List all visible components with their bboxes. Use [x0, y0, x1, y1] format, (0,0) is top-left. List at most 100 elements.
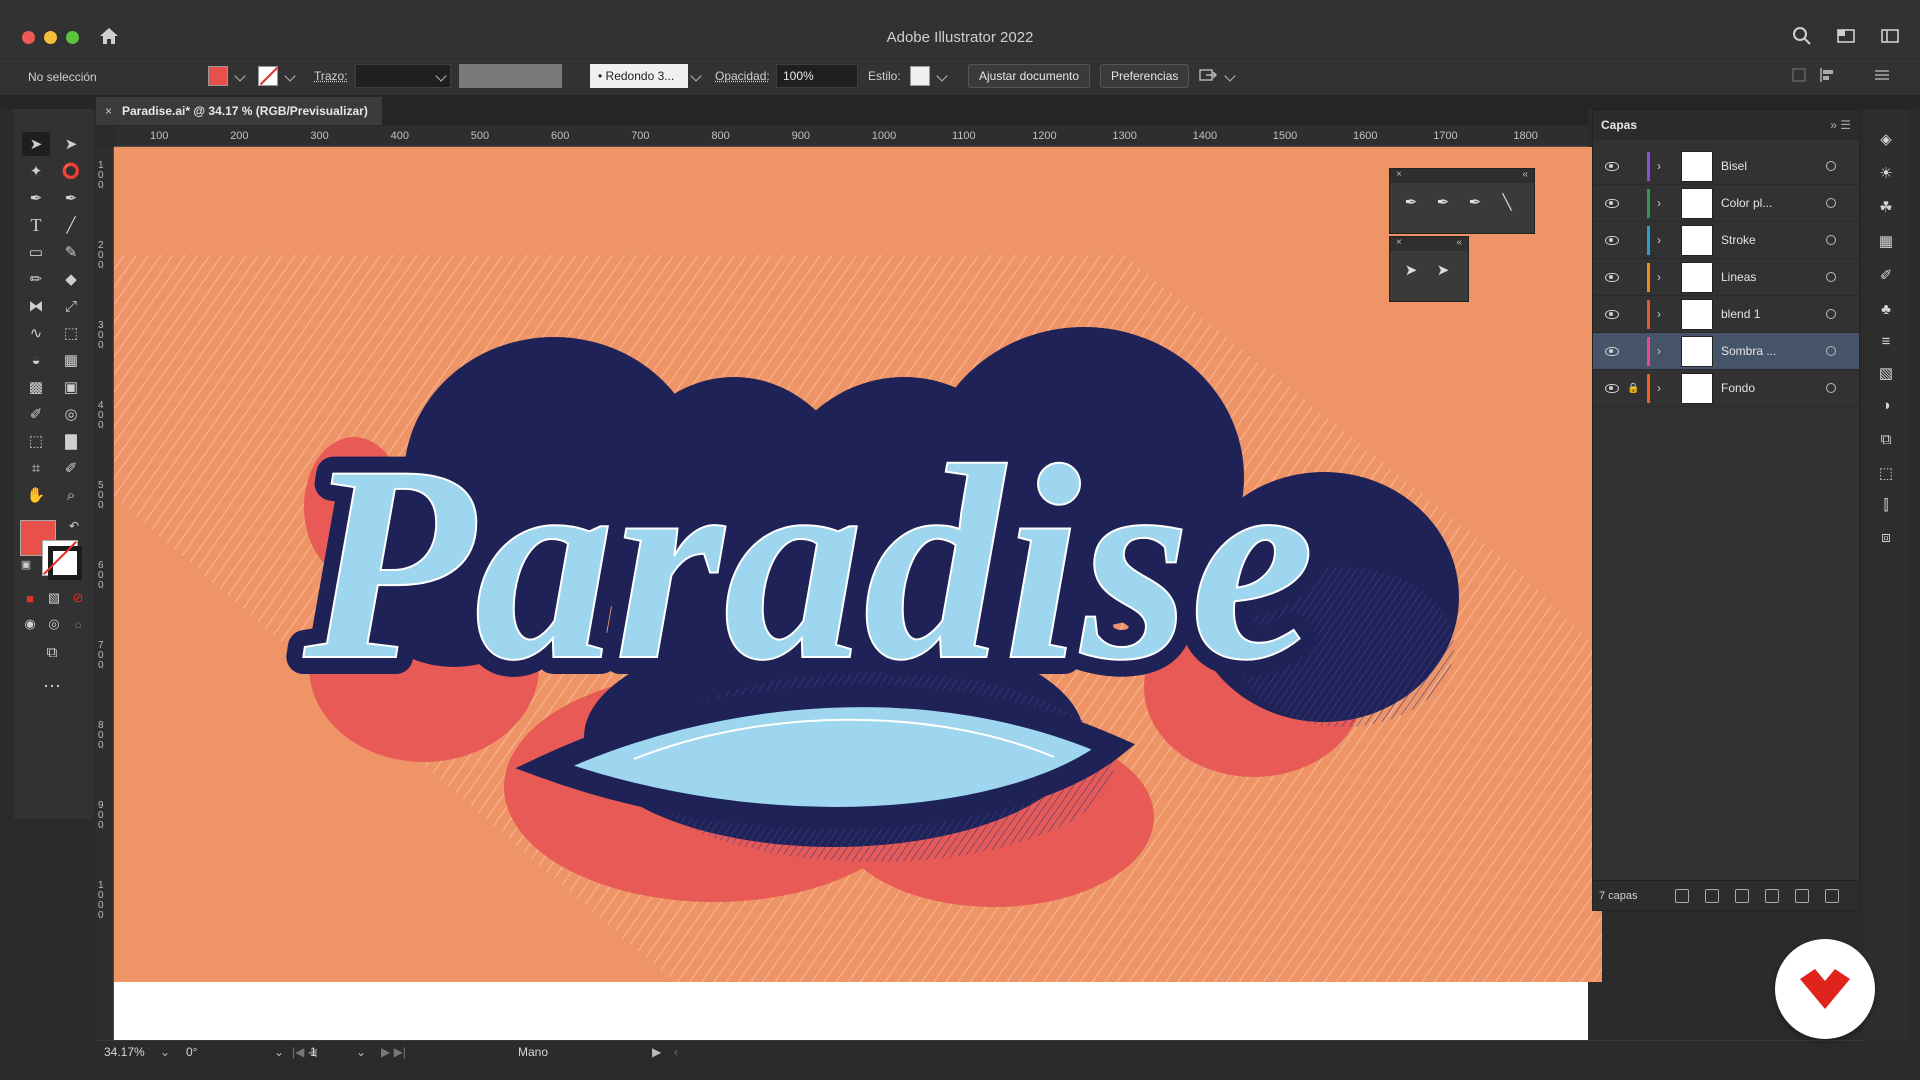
layer-target-icon[interactable]	[1826, 309, 1836, 319]
vertical-ruler[interactable]: 100 200 300 400 500 600 700 800 900 1000	[96, 147, 114, 1040]
blend-tool-icon[interactable]: ◎	[57, 402, 85, 426]
expand-chevron-icon[interactable]: ›	[1657, 344, 1661, 358]
create-new-layer-icon[interactable]	[1795, 888, 1809, 903]
opacity-label[interactable]: Opacidad:	[715, 69, 770, 83]
close-document-icon[interactable]: ×	[105, 104, 112, 118]
line-segment-tool-icon[interactable]: ╱	[57, 213, 85, 237]
stroke-label[interactable]: Trazo:	[314, 69, 348, 83]
transparency-panel-icon[interactable]: ◑	[1876, 395, 1896, 415]
panel-layout-icon[interactable]	[1880, 26, 1900, 46]
align-panel-icon[interactable]: ⫿	[1876, 495, 1896, 515]
panel-menu-icon[interactable]: » ☰	[1830, 118, 1851, 132]
expand-chevron-icon[interactable]: ›	[1657, 307, 1661, 321]
layer-name[interactable]: Stroke	[1721, 233, 1756, 247]
layer-name[interactable]: Bisel	[1721, 159, 1747, 173]
lock-icon[interactable]: 🔒	[1627, 383, 1639, 394]
delete-anchor-point-tool-icon[interactable]: ✒	[1464, 191, 1486, 213]
zoom-chevron-icon[interactable]: ⌄	[160, 1045, 170, 1059]
selection-tool-icon[interactable]: ➤	[22, 132, 50, 156]
export-panel-icon[interactable]: ⧉	[1876, 429, 1896, 449]
layer-target-icon[interactable]	[1826, 383, 1836, 393]
hand-tool-icon[interactable]: ✋	[22, 483, 50, 507]
draw-inside-icon[interactable]: ○	[64, 612, 92, 636]
expand-chevron-icon[interactable]: ›	[1657, 381, 1661, 395]
layers-panel-icon[interactable]: ◈	[1876, 129, 1896, 149]
layer-name[interactable]: Lineas	[1721, 270, 1756, 284]
curvature-tool-icon[interactable]: ✒	[57, 186, 85, 210]
scale-tool-icon[interactable]: ⤢	[57, 294, 85, 318]
artboard-number[interactable]: 1	[310, 1045, 317, 1059]
close-panel-icon[interactable]: ×	[1396, 237, 1402, 251]
artboard-chevron-icon[interactable]: ⌄	[356, 1045, 366, 1059]
gradient-tool-icon[interactable]: ▣	[57, 375, 85, 399]
rectangle-tool-icon[interactable]: ▭	[22, 240, 50, 264]
direct-selection-tool-icon[interactable]: ➤	[1400, 259, 1422, 281]
layer-name[interactable]: Fondo	[1721, 381, 1755, 395]
artboard[interactable]: Paradise Paradise	[114, 147, 1602, 982]
expand-chevron-icon[interactable]: ›	[1657, 159, 1661, 173]
layer-row[interactable]: › Lineas	[1593, 259, 1859, 296]
layer-row[interactable]: › blend 1	[1593, 296, 1859, 333]
layer-target-icon[interactable]	[1826, 272, 1836, 282]
direct-selection-tool-icon[interactable]: ➤	[57, 132, 85, 156]
visibility-eye-icon[interactable]	[1605, 235, 1619, 245]
shaper-tool-icon[interactable]: ✏	[22, 267, 50, 291]
visibility-eye-icon[interactable]	[1605, 161, 1619, 171]
layers-tab[interactable]: Capas	[1601, 118, 1637, 132]
visibility-eye-icon[interactable]	[1605, 309, 1619, 319]
layer-row[interactable]: › Bisel	[1593, 148, 1859, 185]
anchor-point-tool-icon[interactable]: ╲	[1496, 191, 1518, 213]
transform-options-icon[interactable]	[1790, 66, 1810, 84]
rotation-value[interactable]: 0°	[186, 1045, 197, 1059]
gradient-panel-icon[interactable]: ▧	[1876, 363, 1896, 383]
color-panel-icon[interactable]: ☘	[1876, 197, 1896, 217]
edit-toolbar-more-icon[interactable]: ⋯	[38, 674, 66, 698]
perspective-grid-tool-icon[interactable]: ▦	[57, 348, 85, 372]
brush-definition-field[interactable]: • Redondo 3...	[590, 64, 688, 88]
layer-row[interactable]: 🔒 › Fondo	[1593, 370, 1859, 407]
horizontal-ruler[interactable]: 100 200 300 400 500 600 700 800 900 1000 1100 1200 1…	[114, 127, 1588, 147]
layer-target-icon[interactable]	[1826, 161, 1836, 171]
expand-chevron-icon[interactable]: ›	[1657, 196, 1661, 210]
layer-name[interactable]: blend 1	[1721, 307, 1760, 321]
status-menu-arrow-icon[interactable]: ▶	[652, 1045, 661, 1059]
variable-width-profile[interactable]	[459, 64, 562, 88]
swatches-panel-icon[interactable]: ▦	[1876, 231, 1896, 251]
paintbrush-tool-icon[interactable]: ✎	[57, 240, 85, 264]
brushes-panel-icon[interactable]: ✐	[1876, 265, 1896, 285]
stroke-color-box[interactable]	[42, 540, 82, 580]
column-graph-tool-icon[interactable]: ▇	[57, 429, 85, 453]
visibility-eye-icon[interactable]	[1605, 198, 1619, 208]
none-mode-icon[interactable]: ⊘	[64, 586, 92, 610]
add-anchor-point-tool-icon[interactable]: ✒	[1432, 191, 1454, 213]
expand-chevron-icon[interactable]: ›	[1657, 270, 1661, 284]
collapse-panel-icon[interactable]: «	[1522, 169, 1528, 183]
graphic-style-swatch[interactable]	[910, 66, 930, 86]
default-fill-stroke-icon[interactable]: ▣	[12, 552, 40, 576]
shape-builder-tool-icon[interactable]: ◒	[22, 348, 50, 372]
preferences-button[interactable]: Preferencias	[1100, 64, 1190, 88]
mesh-tool-icon[interactable]: ▩	[22, 375, 50, 399]
free-transform-tool-icon[interactable]: ⬚	[57, 321, 85, 345]
layer-target-icon[interactable]	[1826, 346, 1836, 356]
symbols-panel-icon[interactable]: ♣	[1876, 299, 1896, 319]
locate-object-icon[interactable]	[1705, 888, 1719, 903]
pen-tool-icon[interactable]: ✒	[1400, 191, 1422, 213]
expand-chevron-icon[interactable]: ›	[1657, 233, 1661, 247]
screen-mode-icon[interactable]: ⧉	[38, 640, 66, 664]
layer-row[interactable]: › Color pl...	[1593, 185, 1859, 222]
arrange-documents-icon[interactable]	[1198, 66, 1220, 86]
collect-for-export-icon[interactable]	[1675, 888, 1689, 903]
rotation-chevron-icon[interactable]: ⌄	[274, 1045, 284, 1059]
symbol-sprayer-tool-icon[interactable]: ⬚	[22, 429, 50, 453]
transform-panel-icon[interactable]: ⬚	[1876, 463, 1896, 483]
swap-fill-stroke-icon[interactable]: ↶	[60, 514, 88, 538]
adjust-document-button[interactable]: Ajustar documento	[968, 64, 1091, 88]
make-clipping-mask-icon[interactable]	[1735, 888, 1749, 903]
workspace-switcher-icon[interactable]	[1836, 26, 1856, 46]
zoom-level[interactable]: 34.17%	[104, 1045, 145, 1059]
layer-name[interactable]: Sombra ...	[1721, 344, 1776, 358]
warp-tool-icon[interactable]: ∿	[22, 321, 50, 345]
slice-tool-icon[interactable]: ✐	[57, 456, 85, 480]
artboard-tool-icon[interactable]: ⌗	[22, 456, 50, 480]
